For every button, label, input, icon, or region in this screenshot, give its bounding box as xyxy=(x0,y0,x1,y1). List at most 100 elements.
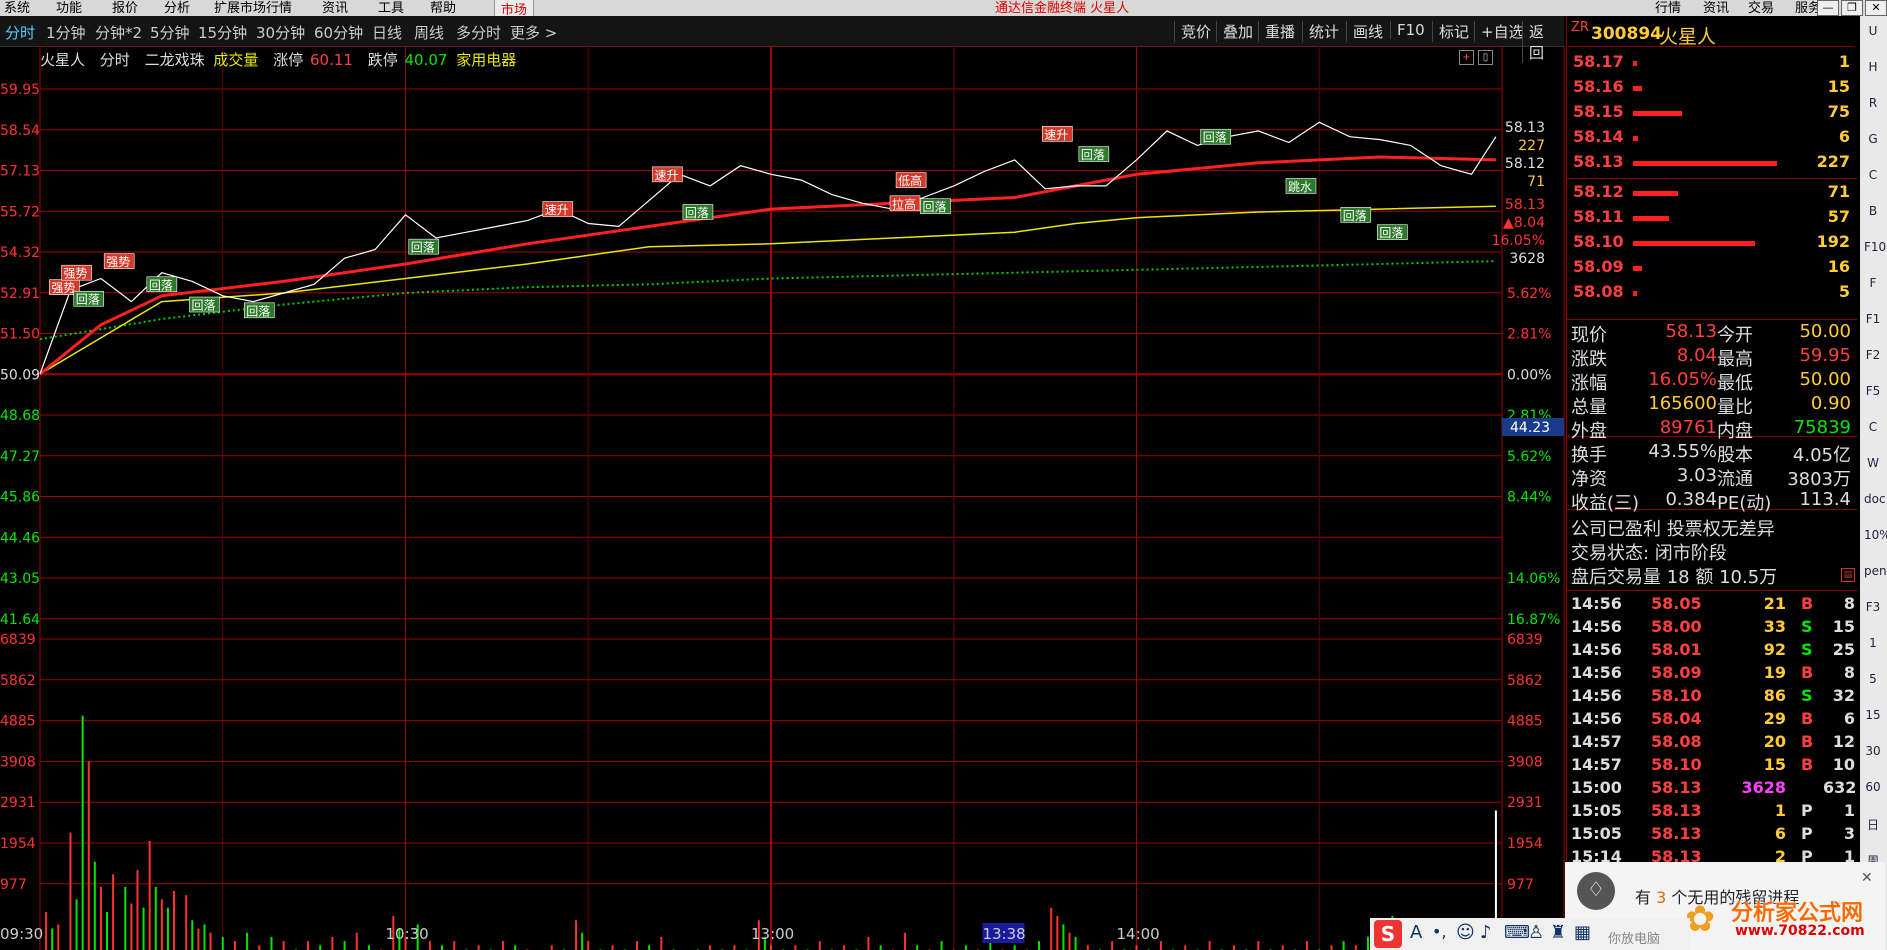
keyboard-icon[interactable]: ⌨ xyxy=(1504,922,1530,943)
mark-button[interactable]: 标记 xyxy=(1432,21,1475,42)
menu-help[interactable]: 帮助 xyxy=(430,0,456,16)
period-30min[interactable]: 30分钟 xyxy=(256,22,305,43)
f10-button[interactable]: F10 xyxy=(1390,21,1431,39)
shirt-icon[interactable]: ♜ xyxy=(1550,922,1566,943)
period-day[interactable]: 日线 xyxy=(372,22,402,43)
sidebar-30-icon[interactable]: 30 xyxy=(1864,744,1882,762)
sidebar-upxarrow-icon[interactable]: U xyxy=(1864,24,1882,42)
sidebar-15-icon[interactable]: 15 xyxy=(1864,708,1882,726)
sidebar-5-icon[interactable]: 5 xyxy=(1864,672,1882,690)
period-2min[interactable]: 分钟*2 xyxy=(95,22,142,43)
bid-row[interactable]: 58.11 57 xyxy=(1569,207,1854,231)
menu-quote[interactable]: 报价 xyxy=(112,0,138,16)
draw-line-button[interactable]: 画线 xyxy=(1346,21,1389,42)
sidebar-home-icon[interactable]: H xyxy=(1864,60,1882,78)
sidebar-F3-icon[interactable]: F3 xyxy=(1864,600,1882,618)
period-week[interactable]: 周线 xyxy=(414,22,444,43)
volume-tick-label-right: 2931 xyxy=(1507,795,1543,811)
detail-icon[interactable]: ▤ xyxy=(1841,568,1855,582)
expand-icon[interactable]: + xyxy=(1459,50,1474,65)
menu-quotes-right[interactable]: 行情 xyxy=(1655,0,1681,16)
auction-button[interactable]: 竞价 xyxy=(1174,21,1217,42)
sogou-icon[interactable]: S xyxy=(1374,920,1402,948)
sidebar-60-icon[interactable]: 60 xyxy=(1864,780,1882,798)
apps-icon[interactable]: ▦ xyxy=(1574,922,1591,943)
menu-trade[interactable]: 交易 xyxy=(1748,0,1774,16)
punctuation-icon[interactable]: •, xyxy=(1432,922,1447,941)
tick-price: 58.13 xyxy=(1651,778,1702,797)
sidebar-clock-icon[interactable]: C xyxy=(1864,420,1882,438)
sidebar-F-icon[interactable]: F xyxy=(1864,276,1882,294)
price-tick-label: 57.13 xyxy=(0,164,40,180)
sidebar-x-icon[interactable]: 日 xyxy=(1864,816,1882,834)
period-5min[interactable]: 5分钟 xyxy=(150,22,190,43)
menu-function[interactable]: 功能 xyxy=(56,0,82,16)
stat-value: 59.95 xyxy=(1799,345,1851,366)
ask-row[interactable]: 58.17 1 xyxy=(1569,52,1854,76)
period-1min[interactable]: 1分钟 xyxy=(46,22,86,43)
bid-row[interactable]: 58.08 5 xyxy=(1569,282,1854,306)
ask-row[interactable]: 58.13 227 xyxy=(1569,152,1854,176)
stats-button[interactable]: 统计 xyxy=(1302,21,1345,42)
sidebar-wave-icon[interactable]: W xyxy=(1864,456,1882,474)
panel-toggle-icon[interactable]: ▯ xyxy=(1478,50,1493,65)
sidebar-grid-icon[interactable]: G xyxy=(1864,132,1882,150)
sidebar-pen-icon[interactable]: pen xyxy=(1864,564,1887,582)
tick-time: 14:56 xyxy=(1571,686,1622,705)
bid-qty: 57 xyxy=(1827,207,1850,226)
close-icon[interactable]: ✕ xyxy=(1865,0,1887,16)
bid-row[interactable]: 58.12 71 xyxy=(1569,182,1854,206)
popup-close-icon[interactable]: ✕ xyxy=(1861,870,1873,886)
period-tick[interactable]: 分时 xyxy=(5,22,35,43)
overlay-button[interactable]: 叠加 xyxy=(1216,21,1259,42)
sidebar-1-icon[interactable]: 1 xyxy=(1864,636,1882,654)
tick-volume: 21 xyxy=(1763,594,1786,613)
ask-row[interactable]: 58.14 6 xyxy=(1569,127,1854,151)
sidebar-10x-icon[interactable]: 10% xyxy=(1864,528,1887,546)
sidebar-bars-icon[interactable]: B xyxy=(1864,204,1882,222)
sidebar-F2-icon[interactable]: F2 xyxy=(1864,348,1882,366)
bid-row[interactable]: 58.09 16 xyxy=(1569,257,1854,281)
volume-tick-label-right: 4885 xyxy=(1507,714,1543,730)
english-mode-icon[interactable]: A xyxy=(1410,922,1422,943)
sidebar-chart-icon[interactable]: C xyxy=(1864,168,1882,186)
stat-label: 量比 xyxy=(1717,397,1753,418)
menu-system[interactable]: 系统 xyxy=(4,0,30,16)
replay-button[interactable]: 重播 xyxy=(1258,21,1301,42)
ask-row[interactable]: 58.16 15 xyxy=(1569,77,1854,101)
emoji-icon[interactable]: ☺ xyxy=(1456,922,1475,943)
ask-row[interactable]: 58.15 75 xyxy=(1569,102,1854,126)
minimize-icon[interactable]: — xyxy=(1817,0,1839,16)
period-more[interactable]: 更多 > xyxy=(510,22,557,43)
stock-prefix: ZR xyxy=(1571,20,1589,35)
restore-icon[interactable]: ❐ xyxy=(1841,0,1863,16)
tick-direction: B xyxy=(1801,663,1814,682)
period-60min[interactable]: 60分钟 xyxy=(314,22,363,43)
tick-time: 15:05 xyxy=(1571,801,1622,820)
period-multi[interactable]: 多分时 xyxy=(456,22,501,43)
menu-analysis[interactable]: 分析 xyxy=(164,0,190,16)
slow-average-series xyxy=(39,205,1496,375)
sidebar-F1-icon[interactable]: F1 xyxy=(1864,312,1882,330)
stat-value: 0.384 xyxy=(1665,489,1717,510)
menu-extended-market[interactable]: 扩展市场行情 xyxy=(214,0,292,16)
bid-depth-bar xyxy=(1633,216,1669,221)
menu-news-right[interactable]: 资讯 xyxy=(1703,0,1729,16)
bid-row[interactable]: 58.10 192 xyxy=(1569,232,1854,256)
note-profit: 公司已盈利 投票权无差异 xyxy=(1571,519,1775,540)
intraday-chart[interactable]: 59.95 58.54 57.13 55.72 54.32 52.91 5.62% 51.50… xyxy=(0,46,1566,950)
period-15min[interactable]: 15分钟 xyxy=(198,22,247,43)
mic-icon[interactable]: ♪ xyxy=(1480,922,1492,943)
tick-time: 14:57 xyxy=(1571,755,1622,774)
sidebar-doc-icon[interactable]: doc xyxy=(1864,492,1886,510)
tab-market[interactable]: 市场 xyxy=(494,0,535,16)
person-icon[interactable]: ♙ xyxy=(1528,922,1544,943)
menu-news[interactable]: 资讯 xyxy=(322,0,348,16)
sidebar-F5-icon[interactable]: F5 xyxy=(1864,384,1882,402)
chart-info-bar: 火星人 分时 二龙戏珠 成交量 涨停 60.11 跌停 40.07 家用电器 xyxy=(40,49,526,71)
tick-row: 15:05 58.13 6 P 3 xyxy=(1571,824,1856,847)
sidebar-F10-icon[interactable]: F10 xyxy=(1864,240,1886,258)
sidebar-refresh-icon[interactable]: R xyxy=(1864,96,1882,114)
tick-row: 14:56 58.05 21 B 8 xyxy=(1571,594,1856,617)
menu-tools[interactable]: 工具 xyxy=(378,0,404,16)
